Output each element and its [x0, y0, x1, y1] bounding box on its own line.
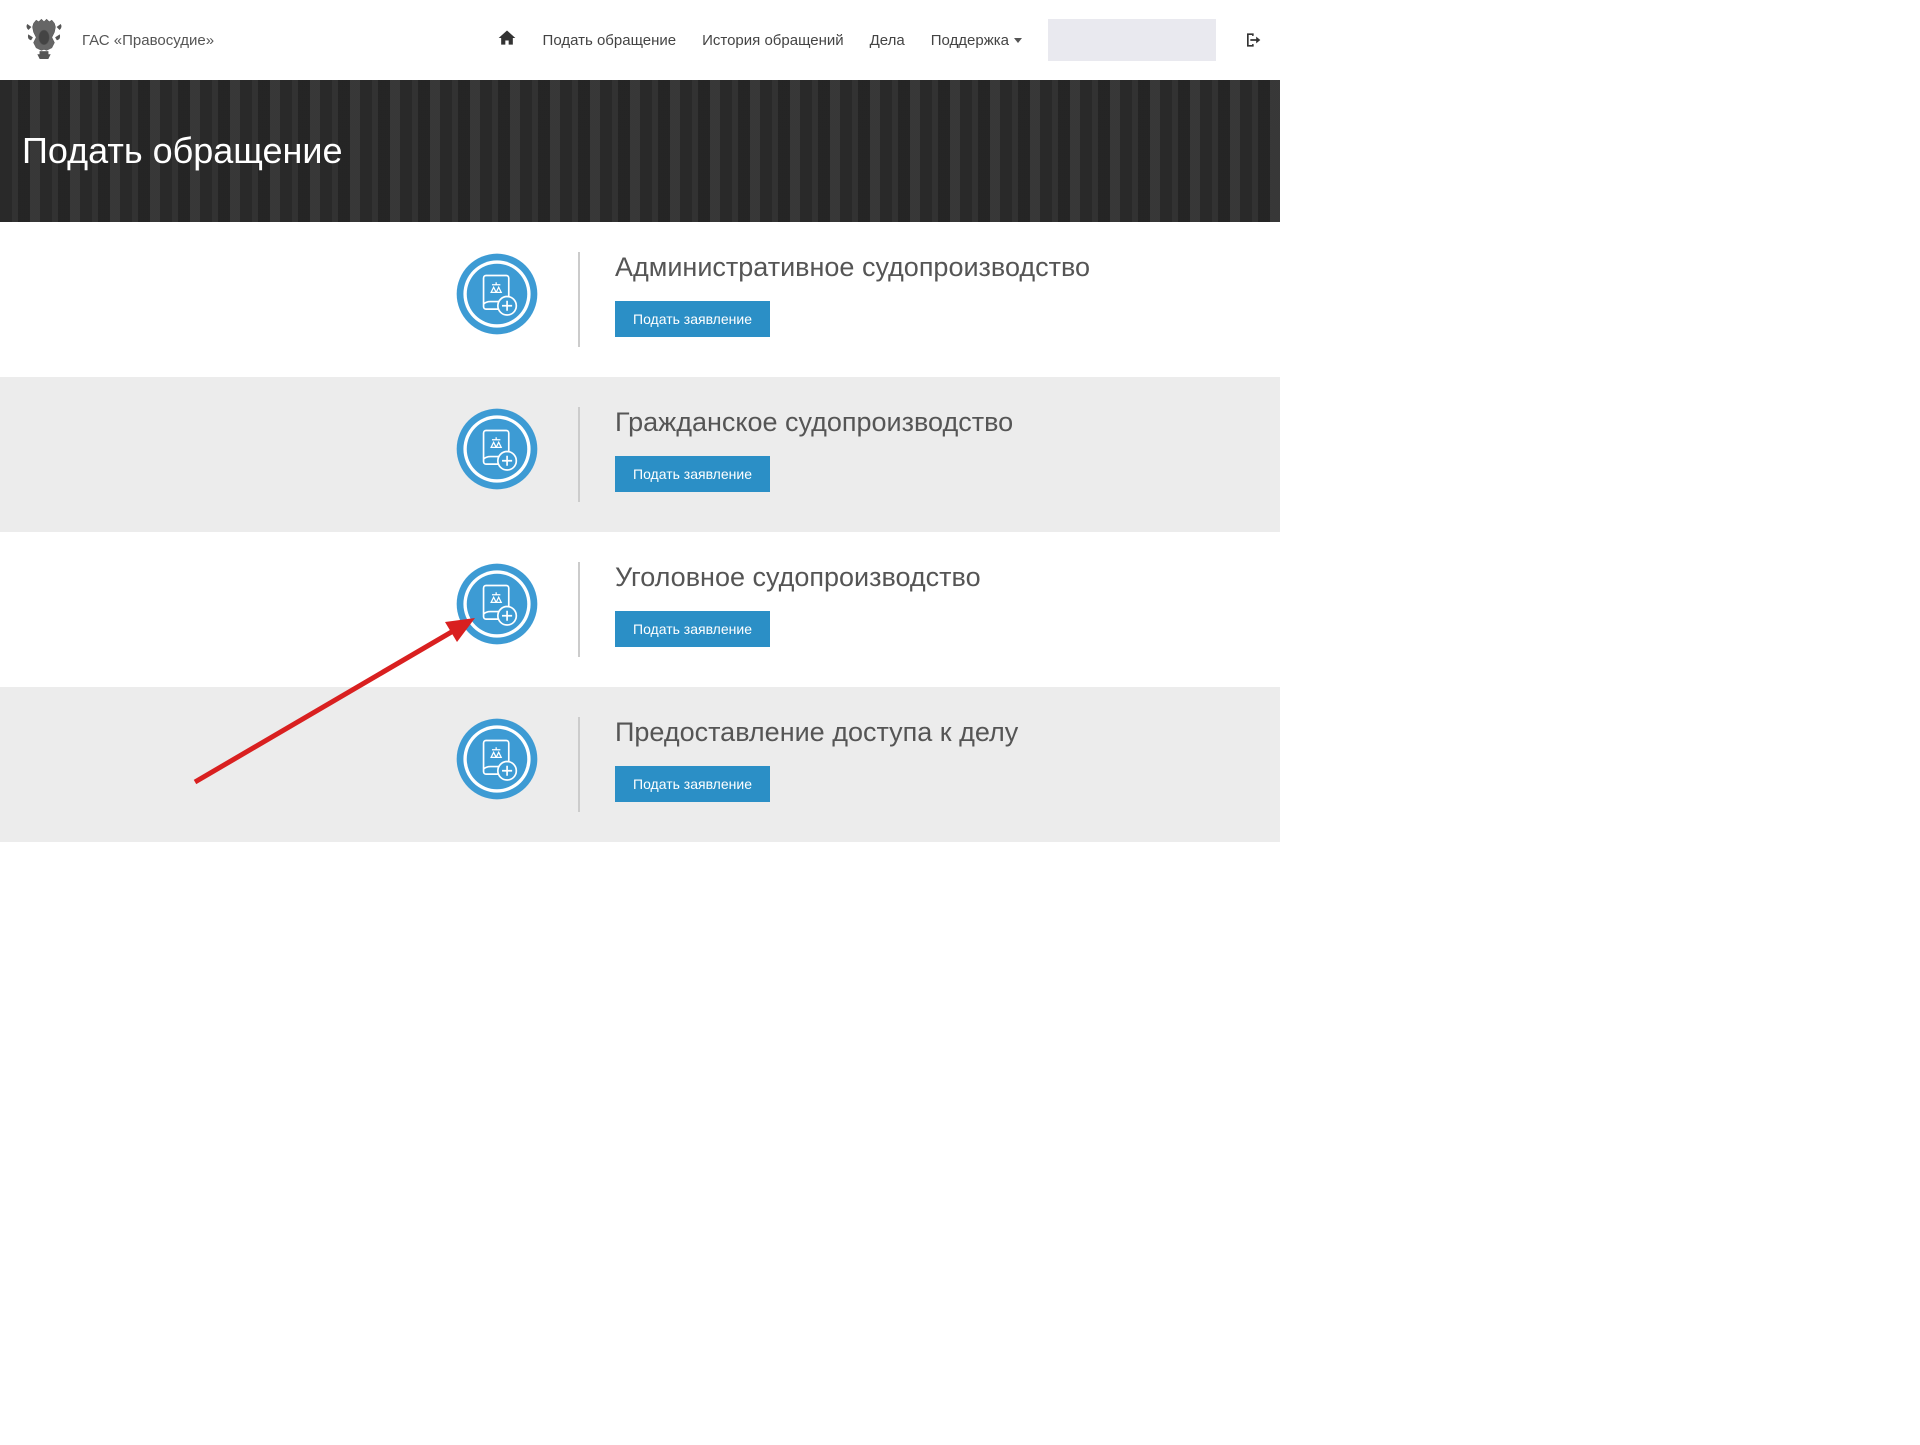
submit-application-button[interactable]: Подать заявление: [615, 301, 770, 337]
book-plus-icon: [455, 788, 539, 805]
divider: [578, 717, 580, 812]
category-title: Административное судопроизводство: [615, 252, 1090, 283]
category-title: Уголовное судопроизводство: [615, 562, 981, 593]
header: ГАС «Правосудие» Подать обращение Истори…: [0, 0, 1280, 80]
site-title: ГАС «Правосудие»: [82, 32, 214, 49]
nav-submit[interactable]: Подать обращение: [543, 32, 677, 49]
nav-history[interactable]: История обращений: [702, 32, 844, 49]
nav-cases[interactable]: Дела: [870, 32, 905, 49]
category-civil: Гражданское судопроизводство Подать заяв…: [0, 377, 1280, 532]
submit-application-button[interactable]: Подать заявление: [615, 456, 770, 492]
category-title: Предоставление доступа к делу: [615, 717, 1018, 748]
emblem-icon: [18, 14, 70, 66]
page-title: Подать обращение: [22, 130, 343, 172]
nav: Подать обращение История обращений Дела …: [497, 19, 1262, 61]
caret-down-icon: [1014, 38, 1022, 43]
category-title: Гражданское судопроизводство: [615, 407, 1013, 438]
hero-banner: Подать обращение: [0, 80, 1280, 222]
category-criminal: Уголовное судопроизводство Подать заявле…: [0, 532, 1280, 687]
book-plus-icon: [455, 633, 539, 650]
nav-support[interactable]: Поддержка: [931, 32, 1022, 49]
category-admin: Административное судопроизводство Подать…: [0, 222, 1280, 377]
nav-support-label: Поддержка: [931, 32, 1009, 49]
divider: [578, 407, 580, 502]
nav-home[interactable]: [497, 28, 517, 52]
book-plus-icon: [455, 478, 539, 495]
submit-application-button[interactable]: Подать заявление: [615, 766, 770, 802]
submit-application-button[interactable]: Подать заявление: [615, 611, 770, 647]
logo-area: ГАС «Правосудие»: [18, 14, 214, 66]
user-box[interactable]: [1048, 19, 1216, 61]
home-icon: [497, 35, 517, 52]
divider: [578, 252, 580, 347]
divider: [578, 562, 580, 657]
logout-icon[interactable]: [1242, 30, 1262, 50]
book-plus-icon: [455, 323, 539, 340]
category-access: Предоставление доступа к делу Подать зая…: [0, 687, 1280, 842]
